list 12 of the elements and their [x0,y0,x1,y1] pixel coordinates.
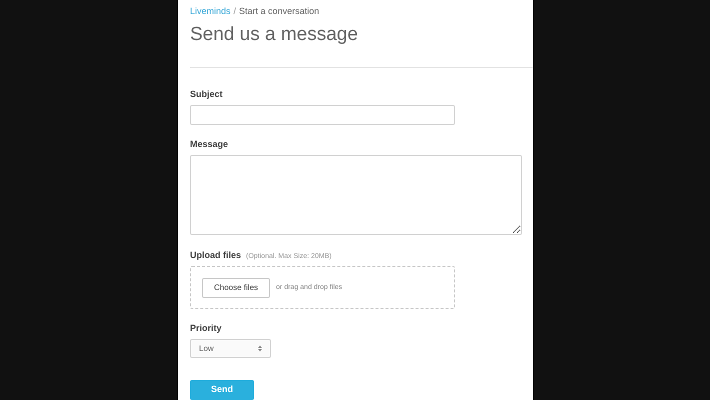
priority-label: Priority [190,322,222,336]
priority-select[interactable]: Low [190,338,271,358]
breadcrumb-separator: / [234,5,236,18]
message-field[interactable] [190,155,522,235]
choose-files-button[interactable]: Choose files [202,278,270,298]
page-title: Send us a message [190,22,359,46]
select-arrows-icon [258,345,262,352]
subject-label: Subject [190,88,223,102]
breadcrumb-current: Start a conversation [239,5,320,18]
subject-field[interactable] [190,104,455,125]
upload-label: Upload files [190,248,242,262]
message-label: Message [190,138,228,151]
